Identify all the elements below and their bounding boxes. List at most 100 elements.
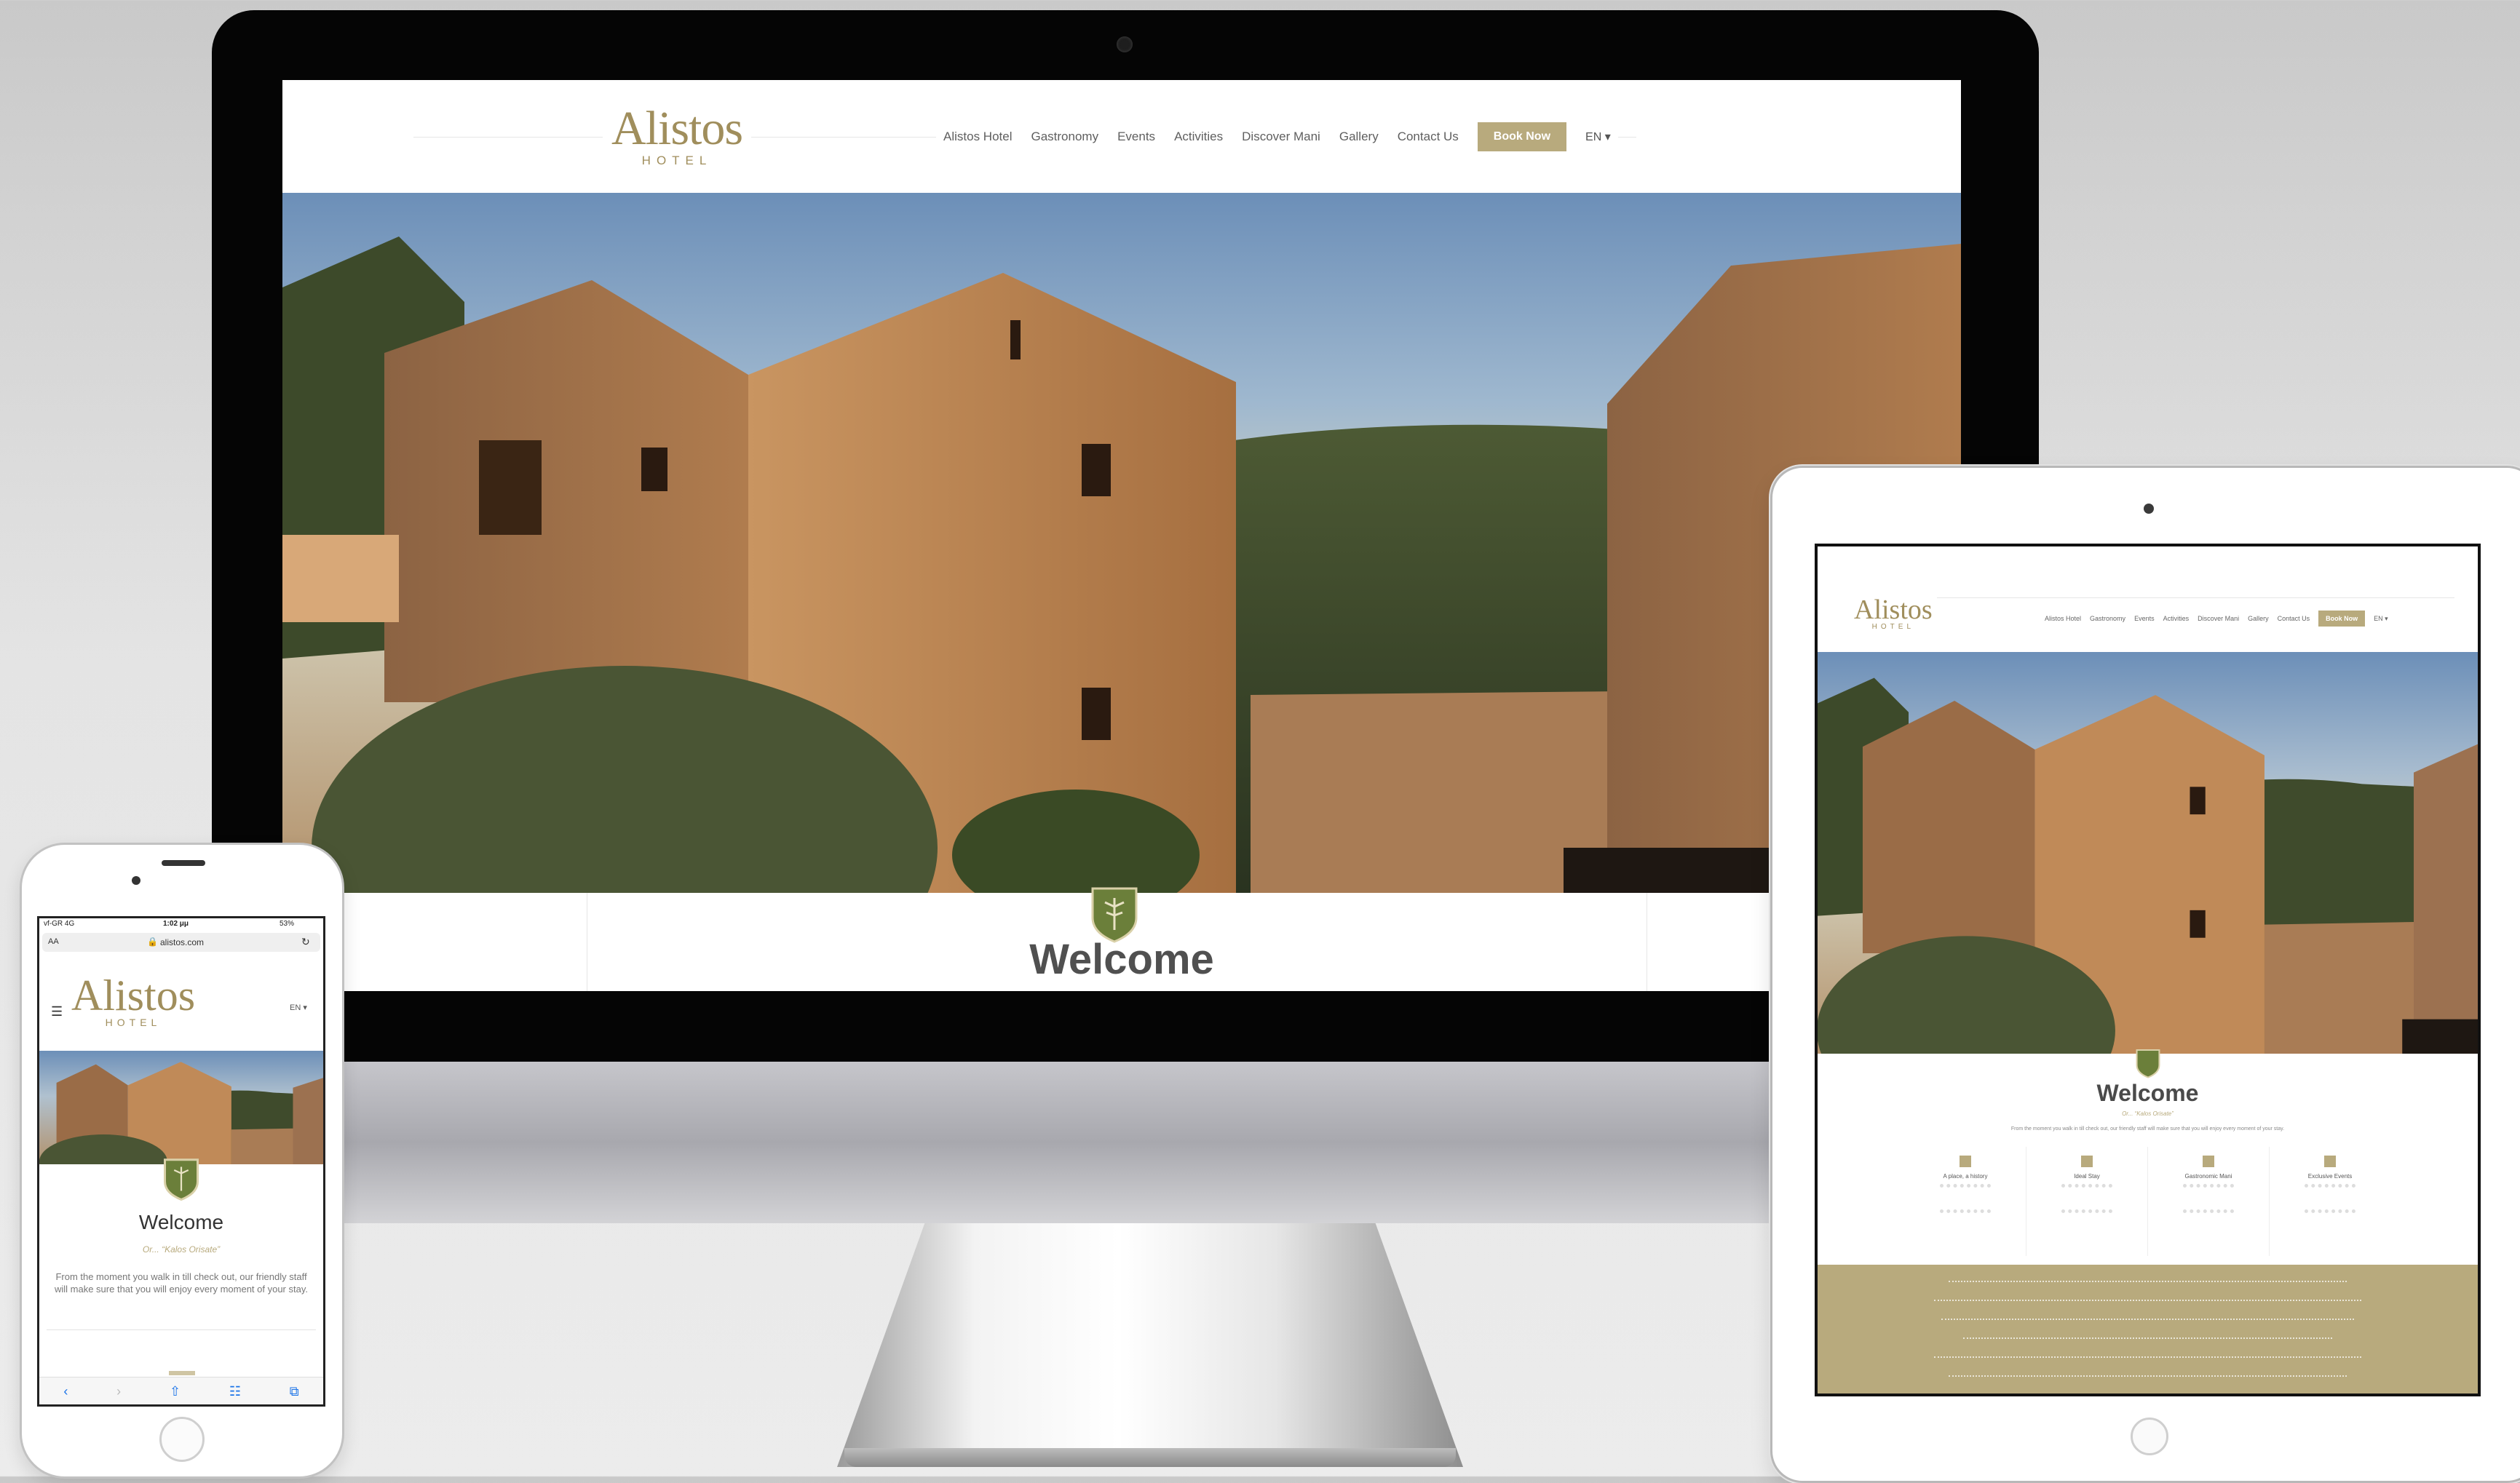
phone-olive-crest-icon: [164, 1158, 199, 1201]
tablet-nav-menu: Alistos Hotel Gastronomy Events Activiti…: [2040, 611, 2393, 627]
feature-title: Exclusive Events: [2307, 1173, 2353, 1180]
text-line-placeholder: [1934, 1356, 2361, 1364]
feature-card[interactable]: Ideal Stay: [2026, 1147, 2147, 1256]
feature-card[interactable]: Exclusive Events: [2269, 1147, 2390, 1256]
tablet-language-selector[interactable]: EN ▾: [2374, 615, 2388, 623]
phone-browser-toolbar: ‹ › ⇧ ☷ ⧉: [39, 1377, 323, 1404]
tablet-welcome-heading: Welcome: [2096, 1080, 2199, 1106]
nav-item-events[interactable]: Events: [1117, 130, 1155, 144]
reload-icon[interactable]: ↻: [301, 936, 310, 948]
lock-icon: 🔒: [147, 937, 158, 947]
tablet-welcome-tagline: Or... “Kalos Orisate”: [2122, 1110, 2174, 1117]
phone-logo-wordmark: Alistos: [71, 971, 196, 1019]
monitor-stand: [837, 1223, 1463, 1467]
feature-title: Ideal Stay: [2074, 1173, 2100, 1180]
feature-card[interactable]: Gastronomic Mani: [2147, 1147, 2269, 1256]
desktop-nav-menu: Alistos Hotel Gastronomy Events Activiti…: [936, 122, 1618, 151]
phone-hero-image: [39, 1051, 323, 1164]
phone-language-selector[interactable]: EN ▾: [290, 1003, 307, 1012]
tablet-nav-item-alistos-hotel[interactable]: Alistos Hotel: [2045, 615, 2081, 622]
tablet-logo-wordmark: Alistos: [1854, 595, 1933, 625]
text-size-button[interactable]: AA: [48, 937, 59, 946]
tablet-welcome-section: Welcome Or... “Kalos Orisate” From the m…: [1818, 1049, 2478, 1265]
history-icon: [1960, 1156, 1971, 1167]
monitor-foot: [844, 1448, 1456, 1467]
tablet-nav-item-gallery[interactable]: Gallery: [2248, 615, 2269, 622]
event-icon: [2324, 1156, 2336, 1167]
tablet-camera-icon: [2144, 504, 2154, 514]
phone-camera-icon: [132, 876, 140, 885]
feature-text-placeholder: [2061, 1184, 2112, 1213]
tablet-nav-item-discover-mani[interactable]: Discover Mani: [2198, 615, 2239, 622]
text-line-placeholder: [1941, 1319, 2354, 1326]
hamburger-menu-icon[interactable]: ☰: [51, 1004, 63, 1019]
tablet-features-row: A place, a history Ideal Stay Gastronomi…: [1905, 1147, 2390, 1256]
phone-screen: vf-GR 4G 1:02 μμ 53% AA 🔒 alistos.com ↻ …: [37, 916, 325, 1407]
battery-text: 53%: [280, 920, 295, 928]
text-line-placeholder: [1949, 1281, 2347, 1288]
tablet-book-now-button[interactable]: Book Now: [2318, 611, 2366, 627]
tablet-home-button[interactable]: [2131, 1418, 2168, 1455]
desktop-logo[interactable]: Alistos HOTEL: [603, 102, 752, 167]
phone-home-button[interactable]: [159, 1417, 205, 1462]
clock-text: 1:02 μμ: [163, 920, 189, 928]
logo-wordmark: Alistos: [611, 102, 743, 155]
desktop-screen: Alistos HOTEL Alistos Hotel Gastronomy E…: [282, 80, 1961, 991]
nav-item-gallery[interactable]: Gallery: [1339, 130, 1379, 144]
stone-buildings-illustration: [282, 236, 1961, 893]
star-icon: [2081, 1156, 2093, 1167]
feature-card[interactable]: A place, a history: [1905, 1147, 2026, 1256]
tablet-olive-crest-icon: [2136, 1049, 2160, 1078]
bookmarks-icon[interactable]: ☷: [229, 1384, 241, 1399]
phone-welcome-tagline: Or... “Kalos Orisate”: [142, 1244, 221, 1255]
text-line-placeholder: [1949, 1375, 2347, 1383]
feature-text-placeholder: [2305, 1184, 2355, 1213]
tabs-icon[interactable]: ⧉: [290, 1384, 299, 1399]
tablet-screen: Alistos HOTEL Alistos Hotel Gastronomy E…: [1815, 544, 2481, 1396]
tablet-logo[interactable]: Alistos HOTEL: [1850, 596, 1937, 631]
phone-logo[interactable]: Alistos HOTEL: [71, 974, 195, 1027]
tablet-header: Alistos HOTEL Alistos Hotel Gastronomy E…: [1818, 546, 2478, 652]
nav-item-discover-mani[interactable]: Discover Mani: [1242, 130, 1320, 144]
monitor-chin: [212, 1062, 2039, 1223]
logo-subtitle: HOTEL: [641, 154, 713, 167]
tablet-header-divider: [1858, 597, 2454, 598]
feature-title: A place, a history: [1943, 1173, 1988, 1180]
tablet-welcome-intro: From the moment you walk in till check o…: [2010, 1126, 2285, 1132]
dish-icon: [2203, 1156, 2214, 1167]
scroll-indicator: [169, 1371, 195, 1375]
monitor-camera-icon: [1117, 36, 1133, 52]
share-icon[interactable]: ⇧: [170, 1384, 181, 1399]
tablet-nav-item-events[interactable]: Events: [2134, 615, 2155, 622]
forward-icon[interactable]: ›: [116, 1384, 121, 1399]
book-now-button[interactable]: Book Now: [1477, 122, 1567, 151]
nav-item-activities[interactable]: Activities: [1174, 130, 1223, 144]
phone-speaker: [162, 860, 205, 866]
tablet-nav-item-activities[interactable]: Activities: [2163, 615, 2190, 622]
olive-crest-icon: [1091, 887, 1138, 943]
text-line-placeholder: [1963, 1337, 2332, 1345]
phone-divider: [47, 1329, 316, 1330]
carrier-text: vf-GR 4G: [44, 920, 75, 928]
feature-text-placeholder: [1940, 1184, 1991, 1213]
nav-item-contact-us[interactable]: Contact Us: [1398, 130, 1459, 144]
phone-status-bar: vf-GR 4G 1:02 μμ 53%: [39, 918, 323, 930]
nav-item-alistos-hotel[interactable]: Alistos Hotel: [943, 130, 1012, 144]
tablet-stone-buildings-illustration: [1818, 677, 2478, 1054]
desktop-header: Alistos HOTEL Alistos Hotel Gastronomy E…: [282, 80, 1961, 193]
phone-address-bar[interactable]: AA 🔒 alistos.com ↻: [42, 933, 320, 952]
hero-image: [282, 193, 1961, 893]
url-text[interactable]: alistos.com: [160, 937, 204, 947]
language-selector[interactable]: EN ▾: [1585, 130, 1611, 144]
back-icon[interactable]: ‹: [63, 1384, 68, 1399]
phone-welcome-intro: From the moment you walk in till check o…: [54, 1271, 308, 1295]
nav-item-gastronomy[interactable]: Gastronomy: [1031, 130, 1098, 144]
feature-text-placeholder: [2183, 1184, 2234, 1213]
text-line-placeholder: [1934, 1300, 2361, 1307]
tablet-nav-item-gastronomy[interactable]: Gastronomy: [2090, 615, 2125, 622]
phone-welcome-heading: Welcome: [138, 1211, 224, 1233]
tablet-nav-item-contact-us[interactable]: Contact Us: [2278, 615, 2310, 622]
phone-stone-buildings-illustration: [39, 1062, 323, 1164]
tablet-hero-image: [1818, 652, 2478, 1054]
feature-title: Gastronomic Mani: [2184, 1173, 2232, 1180]
